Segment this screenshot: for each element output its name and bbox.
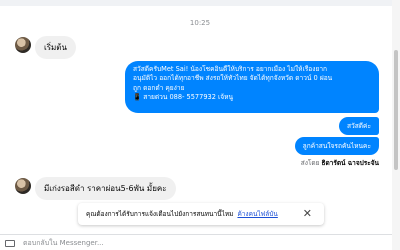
notification-prompt-text: คุณต้องการได้รับการแจ้งเตือนไปยังการสนทน… (86, 210, 234, 218)
composer-divider (0, 234, 400, 235)
welcome-line: อนุมัติไว ออกได้ทุกอาชีพ ส่งรถให้ทั่วไทย… (133, 74, 333, 83)
welcome-line: 📱 สายด่วน 088- 5577932 เจ้หนู (133, 93, 233, 102)
outgoing-message-question: ลูกค้าสนใจรถคันไหนคะ (294, 137, 379, 155)
welcome-line: ถูก ดอกต่ำ คุยง่าย (133, 83, 185, 92)
chat-scrollbar-thumb[interactable] (394, 50, 398, 170)
chat-timestamp: 10:25 (189, 19, 211, 27)
incoming-message: เริ่มต้น (35, 36, 76, 59)
chat-header-strip (0, 0, 400, 6)
outgoing-message-greeting: สวัสดีค่ะ (339, 117, 379, 135)
welcome-line: สวัสดีครับMet Sai! น้องโชคอินดี้ให้บริกา… (133, 65, 328, 73)
notification-prompt: คุณต้องการได้รับการแจ้งเตือนไปยังการสนทน… (78, 203, 324, 225)
close-icon[interactable]: ✕ (303, 207, 312, 220)
contact-avatar[interactable] (15, 37, 31, 53)
contact-avatar[interactable] (15, 178, 31, 194)
notification-prompt-link[interactable]: ค้างคนไฟล์บัน (237, 209, 277, 219)
chat-scrollbar[interactable] (392, 0, 400, 250)
keyboard-icon (5, 240, 15, 247)
incoming-message: มีเก่งรอสีดำ ราคาผ่อน5-6พัน มั้ยคะ (35, 177, 176, 200)
sent-by-prefix: ส่งโดย (300, 159, 320, 167)
incoming-message-text: มีเก่งรอสีดำ ราคาผ่อน5-6พัน มั้ยคะ (44, 184, 167, 193)
sent-by-label: ส่งโดย ธิดารัตน์ ฉาจประจัน (301, 158, 379, 168)
reply-input[interactable]: ตอบกลับใน Messenger... (23, 238, 104, 249)
sent-by-name: ธิดารัตน์ ฉาจประจัน (321, 159, 379, 167)
incoming-message-text: เริ่มต้น (44, 43, 67, 52)
outgoing-message-welcome: สวัสดีครับMet Sai! น้องโชคอินดี้ให้บริกา… (125, 61, 379, 113)
